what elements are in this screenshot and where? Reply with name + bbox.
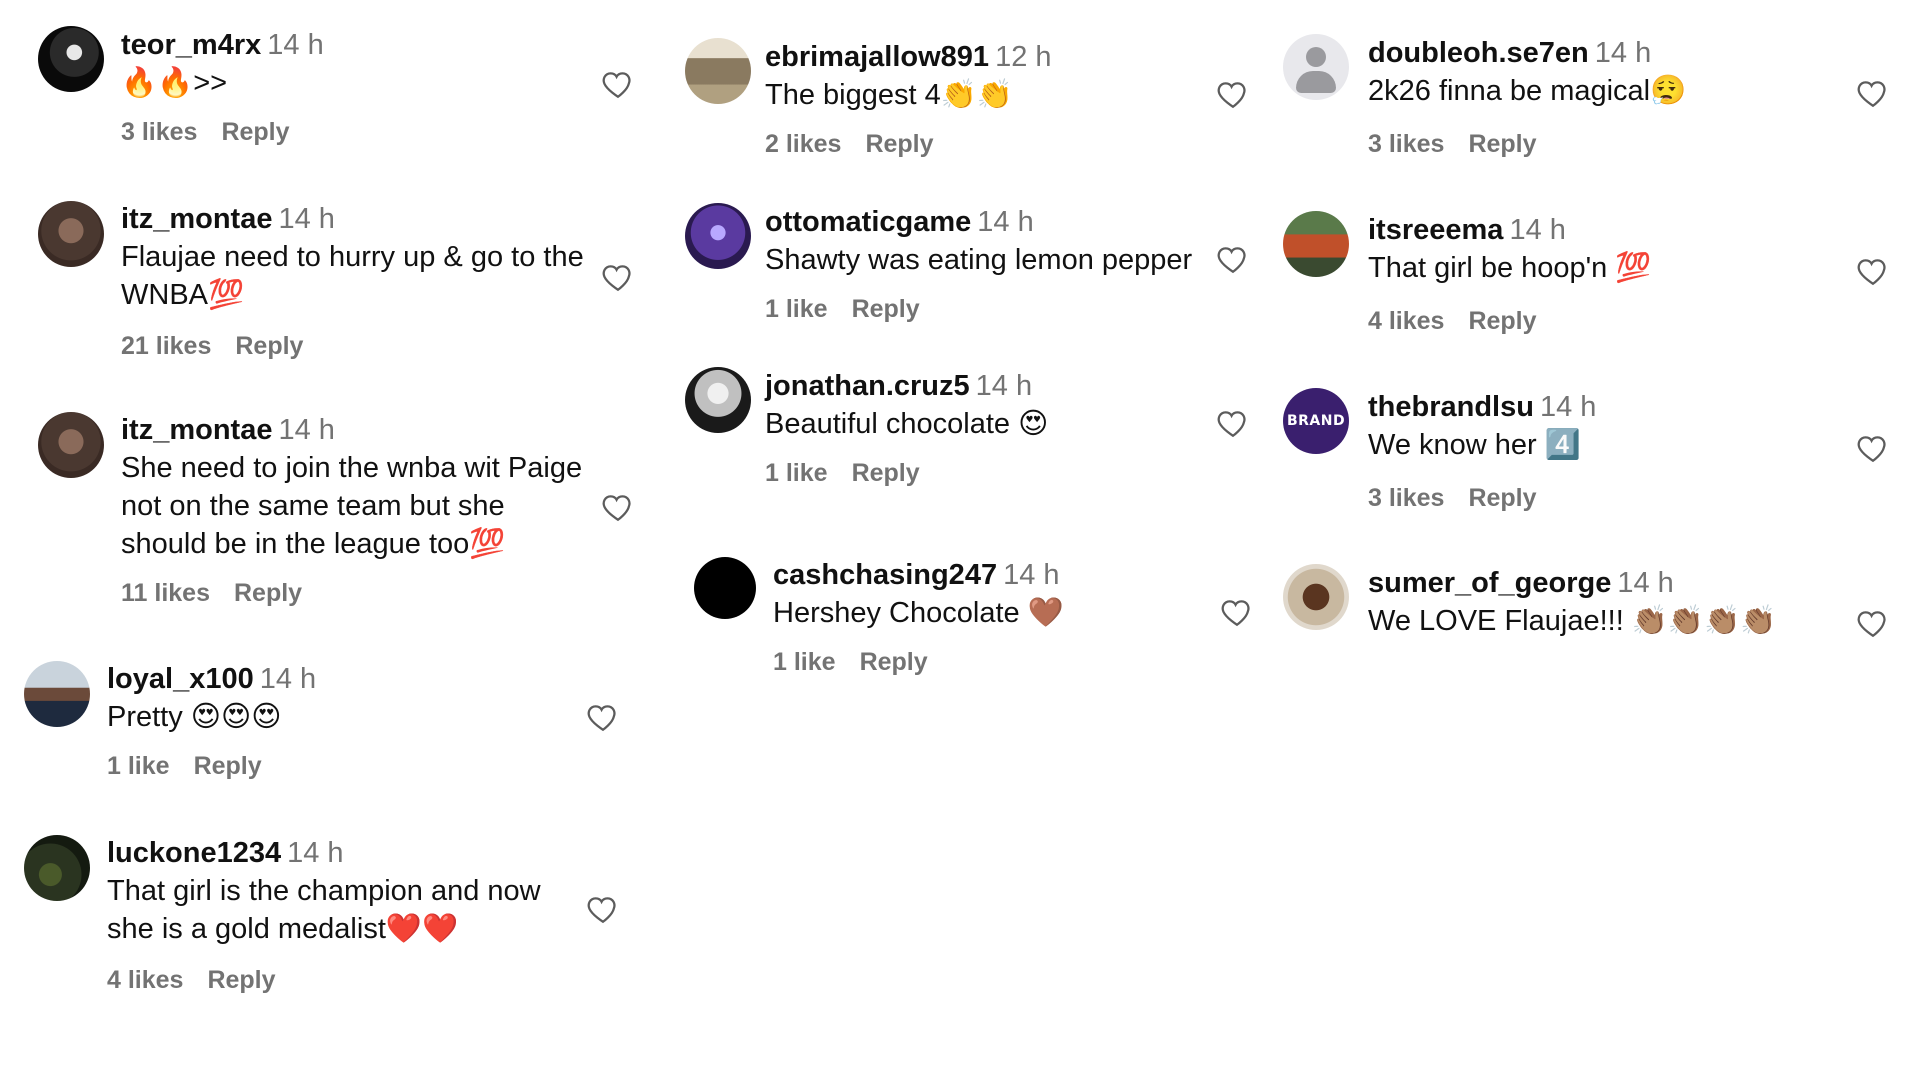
reply-button[interactable]: Reply — [1468, 130, 1536, 158]
likes-count[interactable]: 4 likes — [107, 966, 183, 994]
comment-text: 🔥🔥>> — [121, 67, 228, 99]
avatar[interactable] — [38, 412, 104, 478]
heart-icon[interactable] — [1216, 406, 1250, 440]
timestamp: 14 h — [975, 370, 1033, 402]
reply-button[interactable]: Reply — [235, 332, 303, 360]
default-profile-icon — [1306, 47, 1326, 67]
reply-button[interactable]: Reply — [194, 752, 262, 780]
timestamp: 14 h — [287, 837, 344, 869]
timestamp: 14 h — [278, 414, 335, 446]
comment-text: She need to join the wnba wit Paige not … — [121, 452, 583, 560]
reply-button[interactable]: Reply — [207, 966, 275, 994]
timestamp: 14 h — [278, 203, 335, 235]
comment-text: Shawty was eating lemon pepper — [765, 244, 1193, 276]
heart-icon[interactable] — [1856, 606, 1890, 640]
comment-text: Pretty 😍😍😍 — [107, 701, 282, 733]
likes-count[interactable]: 11 likes — [121, 579, 210, 607]
username[interactable]: itsreeema — [1368, 214, 1503, 246]
reply-button[interactable]: Reply — [852, 295, 920, 323]
heart-icon[interactable] — [1216, 77, 1250, 111]
reply-button[interactable]: Reply — [1468, 484, 1536, 512]
heart-icon[interactable] — [601, 260, 635, 294]
reply-button[interactable]: Reply — [234, 579, 302, 607]
avatar[interactable] — [694, 557, 756, 619]
comment-text: 2k26 finna be magical😮‍💨 — [1368, 75, 1687, 107]
timestamp: 14 h — [1509, 214, 1566, 246]
heart-icon[interactable] — [1220, 595, 1254, 629]
heart-icon[interactable] — [586, 892, 620, 926]
username[interactable]: luckone1234 — [107, 837, 281, 869]
avatar[interactable] — [24, 661, 90, 727]
username[interactable]: sumer_of_george — [1368, 567, 1611, 599]
username[interactable]: loyal_x100 — [107, 663, 254, 695]
timestamp: 14 h — [1003, 559, 1060, 591]
comment-text: Flaujae need to hurry up & go to the WNB… — [121, 241, 584, 311]
likes-count[interactable]: 2 likes — [765, 130, 841, 158]
heart-icon[interactable] — [586, 700, 620, 734]
heart-icon[interactable] — [1216, 242, 1250, 276]
timestamp: 14 h — [259, 663, 317, 695]
username[interactable]: ebrimajallow891 — [765, 41, 989, 73]
likes-count[interactable]: 3 likes — [121, 118, 197, 146]
avatar[interactable] — [38, 201, 104, 267]
likes-count[interactable]: 3 likes — [1368, 130, 1444, 158]
avatar[interactable] — [685, 203, 751, 269]
avatar[interactable]: BRAND — [1283, 388, 1349, 454]
avatar[interactable] — [24, 835, 90, 901]
reply-button[interactable]: Reply — [865, 130, 933, 158]
brand-logo-text: BRAND — [1286, 413, 1346, 429]
username[interactable]: itz_montae — [121, 414, 272, 446]
likes-count[interactable]: 3 likes — [1368, 484, 1444, 512]
likes-count[interactable]: 1 like — [107, 752, 170, 780]
username[interactable]: doubleoh.se7en — [1368, 37, 1589, 69]
comment-text: We LOVE Flaujae!!! 👏🏽👏🏽👏🏽👏🏽 — [1368, 605, 1777, 637]
comment-text: That girl is the champion and now she is… — [107, 875, 541, 945]
avatar[interactable] — [685, 38, 751, 104]
likes-count[interactable]: 1 like — [773, 648, 836, 676]
avatar[interactable] — [38, 26, 104, 92]
avatar[interactable] — [1283, 564, 1349, 630]
heart-icon[interactable] — [601, 490, 635, 524]
reply-button[interactable]: Reply — [860, 648, 928, 676]
heart-icon[interactable] — [601, 67, 635, 101]
timestamp: 14 h — [267, 29, 324, 61]
likes-count[interactable]: 1 like — [765, 459, 828, 487]
reply-button[interactable]: Reply — [221, 118, 289, 146]
comment-text: Beautiful chocolate 😍 — [765, 408, 1049, 440]
comment-text: The biggest 4👏👏 — [765, 79, 1013, 111]
username[interactable]: cashchasing247 — [773, 559, 997, 591]
timestamp: 14 h — [1617, 567, 1674, 599]
reply-button[interactable]: Reply — [1468, 307, 1536, 335]
timestamp: 14 h — [1594, 37, 1652, 69]
default-profile-body — [1296, 71, 1336, 93]
username[interactable]: itz_montae — [121, 203, 272, 235]
avatar[interactable] — [1283, 34, 1349, 100]
comment-text: We know her 4️⃣ — [1368, 429, 1581, 461]
timestamp: 12 h — [995, 41, 1052, 73]
username[interactable]: jonathan.cruz5 — [765, 370, 970, 402]
avatar[interactable] — [685, 367, 751, 433]
heart-icon[interactable] — [1856, 431, 1890, 465]
avatar[interactable] — [1283, 211, 1349, 277]
username[interactable]: ottomaticgame — [765, 206, 971, 238]
timestamp: 14 h — [1539, 391, 1597, 423]
timestamp: 14 h — [977, 206, 1034, 238]
likes-count[interactable]: 21 likes — [121, 332, 211, 360]
comment-text: Hershey Chocolate 🤎 — [773, 597, 1064, 629]
likes-count[interactable]: 4 likes — [1368, 307, 1444, 335]
heart-icon[interactable] — [1856, 254, 1890, 288]
username[interactable]: thebrandlsu — [1368, 391, 1534, 423]
username[interactable]: teor_m4rx — [121, 29, 261, 61]
comment-text: That girl be hoop'n 💯 — [1368, 252, 1652, 284]
reply-button[interactable]: Reply — [852, 459, 920, 487]
likes-count[interactable]: 1 like — [765, 295, 828, 323]
heart-icon[interactable] — [1856, 76, 1890, 110]
